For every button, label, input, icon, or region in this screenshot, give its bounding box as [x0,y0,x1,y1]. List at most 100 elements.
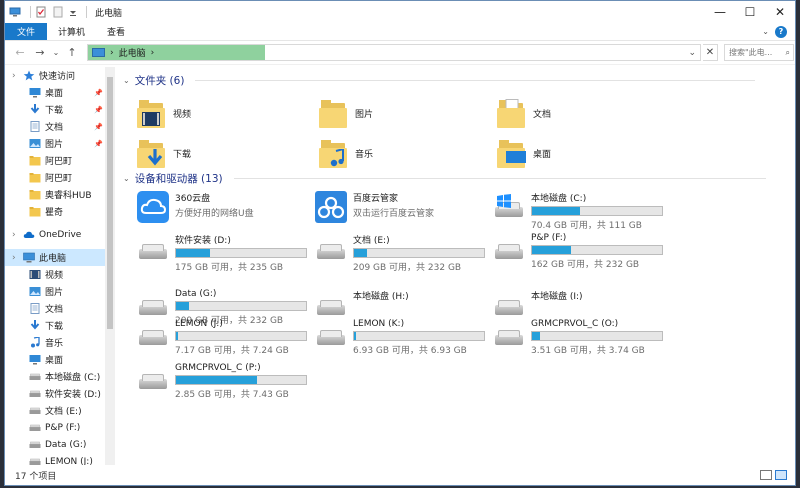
tab-computer[interactable]: 计算机 [47,23,96,40]
sidebar-item[interactable]: 桌面 📌 [5,84,115,101]
sidebar-item[interactable]: P&P (F:) [5,419,115,436]
sidebar-item[interactable]: 瞿奇 [5,203,115,220]
sidebar-item[interactable]: 图片 📌 [5,135,115,152]
drive-label: 360云盘 [175,194,211,204]
drive-icon [29,456,41,465]
folder-tile[interactable]: 视频 [137,95,191,131]
sidebar-scrollbar[interactable] [105,67,115,465]
sidebar-item[interactable]: 桌面 [5,351,115,368]
sidebar-item[interactable]: 下载 📌 [5,101,115,118]
sidebar-item[interactable]: › 快速访问 [5,67,115,84]
explorer-window: 此电脑 — ☐ ✕ 文件 计算机 查看 ⌄ ? ← → ⌄ ↑ › 此电脑 › [4,0,796,486]
expand-chevron-icon[interactable]: › [12,230,16,240]
sidebar-item[interactable]: 本地磁盘 (C:) [5,368,115,385]
sidebar-item[interactable]: 阿巴町 [5,169,115,186]
up-button[interactable]: ↑ [63,44,81,62]
drive-tile[interactable]: LEMON (K:) 6.93 GB 可用，共 6.93 GB [315,319,485,356]
sidebar-item-label: 图片 [45,140,64,150]
sidebar-item[interactable]: 图片 [5,283,115,300]
search-box[interactable]: 搜索"此电... ⌕ [724,44,794,61]
status-bar: 17 个项目 [5,465,795,485]
capacity-bar [531,331,663,341]
sidebar-item[interactable]: 文档 [5,300,115,317]
drive-tile[interactable]: Data (G:) 209 GB 可用，共 232 GB [137,289,307,326]
drive-tile[interactable]: 软件安装 (D:) 175 GB 可用，共 235 GB [137,233,307,273]
maximize-button[interactable]: ☐ [735,1,765,23]
sidebar-item[interactable]: › 此电脑 [5,249,115,266]
sidebar-item[interactable]: › OneDrive [5,226,115,243]
sidebar-item[interactable]: 下载 [5,317,115,334]
windows-drive-icon [493,191,525,223]
tab-file[interactable]: 文件 [5,23,48,40]
folder-label: 图片 [355,109,374,120]
close-button[interactable]: ✕ [765,1,795,23]
folder-tile[interactable]: 文档 [497,95,551,131]
drive-icon [29,405,41,416]
address-bar[interactable]: › 此电脑 › ⌄ [87,44,701,61]
breadcrumb-separator[interactable]: › [110,48,114,58]
breadcrumb-this-pc[interactable]: 此电脑 [119,46,146,59]
sidebar-item[interactable]: 文档 📌 [5,118,115,135]
drives-group-header[interactable]: ⌄ 设备和驱动器 (13) [123,171,766,186]
capacity-text: 2.85 GB 可用，共 7.43 GB [175,390,289,400]
properties-icon[interactable] [35,6,47,18]
computer-icon [23,252,35,263]
back-button[interactable]: ← [11,44,29,62]
capacity-text: 209 GB 可用，共 232 GB [353,263,462,273]
new-folder-icon[interactable] [52,6,64,18]
cloud-app-tile[interactable]: 360云盘 方便好用的网络U盘 [137,191,254,225]
collapse-chevron-icon[interactable]: ⌄ [123,76,130,85]
folder-tile[interactable]: 桌面 [497,135,551,171]
drive-tile[interactable]: 本地磁盘 (I:) [493,289,583,323]
tiles-view-icon[interactable] [775,470,787,480]
drive-tile[interactable]: GRMCPRVOL_C (P:) 2.85 GB 可用，共 7.43 GB [137,363,307,400]
capacity-bar [175,331,307,341]
sidebar-item-label: 软件安装 (D:) [45,390,101,400]
address-dropdown-icon[interactable]: ⌄ [688,48,696,58]
sidebar-item[interactable]: Data (G:) [5,436,115,453]
minimize-button[interactable]: — [705,1,735,23]
drive-label: 软件安装 (D:) [175,236,231,246]
sidebar-item[interactable]: 音乐 [5,334,115,351]
folder-tile[interactable]: 图片 [319,95,373,131]
sidebar-item-label: 桌面 [45,89,64,99]
drive-icon [29,422,41,433]
recent-locations-button[interactable]: ⌄ [51,44,61,62]
expand-chevron-icon[interactable]: › [12,253,16,263]
drive-tile[interactable]: P&P (F:) 162 GB 可用，共 232 GB [493,233,663,270]
sidebar-item[interactable]: 奥睿科HUB [5,186,115,203]
sidebar-item-label: 此电脑 [39,254,67,264]
breadcrumb-separator[interactable]: › [151,48,155,58]
expand-chevron-icon[interactable]: › [12,71,16,81]
folder-tile[interactable]: 音乐 [319,135,373,171]
capacity-text: 7.17 GB 可用，共 7.24 GB [175,346,289,356]
sidebar-item[interactable]: 视频 [5,266,115,283]
collapse-chevron-icon[interactable]: ⌄ [123,174,130,183]
drive-tile[interactable]: 本地磁盘 (C:) 70.4 GB 可用，共 111 GB [493,191,663,231]
sidebar-item[interactable]: 阿巴町 [5,152,115,169]
sidebar-item[interactable]: 软件安装 (D:) [5,385,115,402]
sidebar-item-label: 音乐 [45,339,64,349]
folders-group-header[interactable]: ⌄ 文件夹 (6) [123,73,756,88]
folder-label: 下载 [173,149,192,160]
customize-toolbar-icon[interactable] [69,6,77,18]
sidebar-item[interactable]: LEMON (J:) [5,453,115,465]
drive-tile[interactable]: GRMCPRVOL_C (O:) 3.51 GB 可用，共 3.74 GB [493,319,663,356]
tab-view[interactable]: 查看 [96,23,136,40]
stop-loading-button[interactable]: ✕ [703,44,718,61]
drive-icon [29,388,41,399]
cloud-app-tile[interactable]: 百度云管家 双击运行百度云管家 [315,191,434,225]
expand-ribbon-icon[interactable]: ⌄ [762,27,769,36]
folder-tile[interactable]: 下载 [137,135,191,171]
drive-label: 本地磁盘 (H:) [353,292,409,302]
details-view-icon[interactable] [760,470,772,480]
forward-button[interactable]: → [31,44,49,62]
folder-icon [29,206,41,217]
drive-tile[interactable]: LEMON (J:) 7.17 GB 可用，共 7.24 GB [137,319,307,356]
help-icon[interactable]: ? [775,25,787,38]
drive-tile[interactable]: 本地磁盘 (H:) [315,289,409,323]
view-switcher [760,470,795,480]
scrollbar-thumb[interactable] [107,77,113,329]
sidebar-item[interactable]: 文档 (E:) [5,402,115,419]
drive-tile[interactable]: 文档 (E:) 209 GB 可用，共 232 GB [315,233,485,273]
